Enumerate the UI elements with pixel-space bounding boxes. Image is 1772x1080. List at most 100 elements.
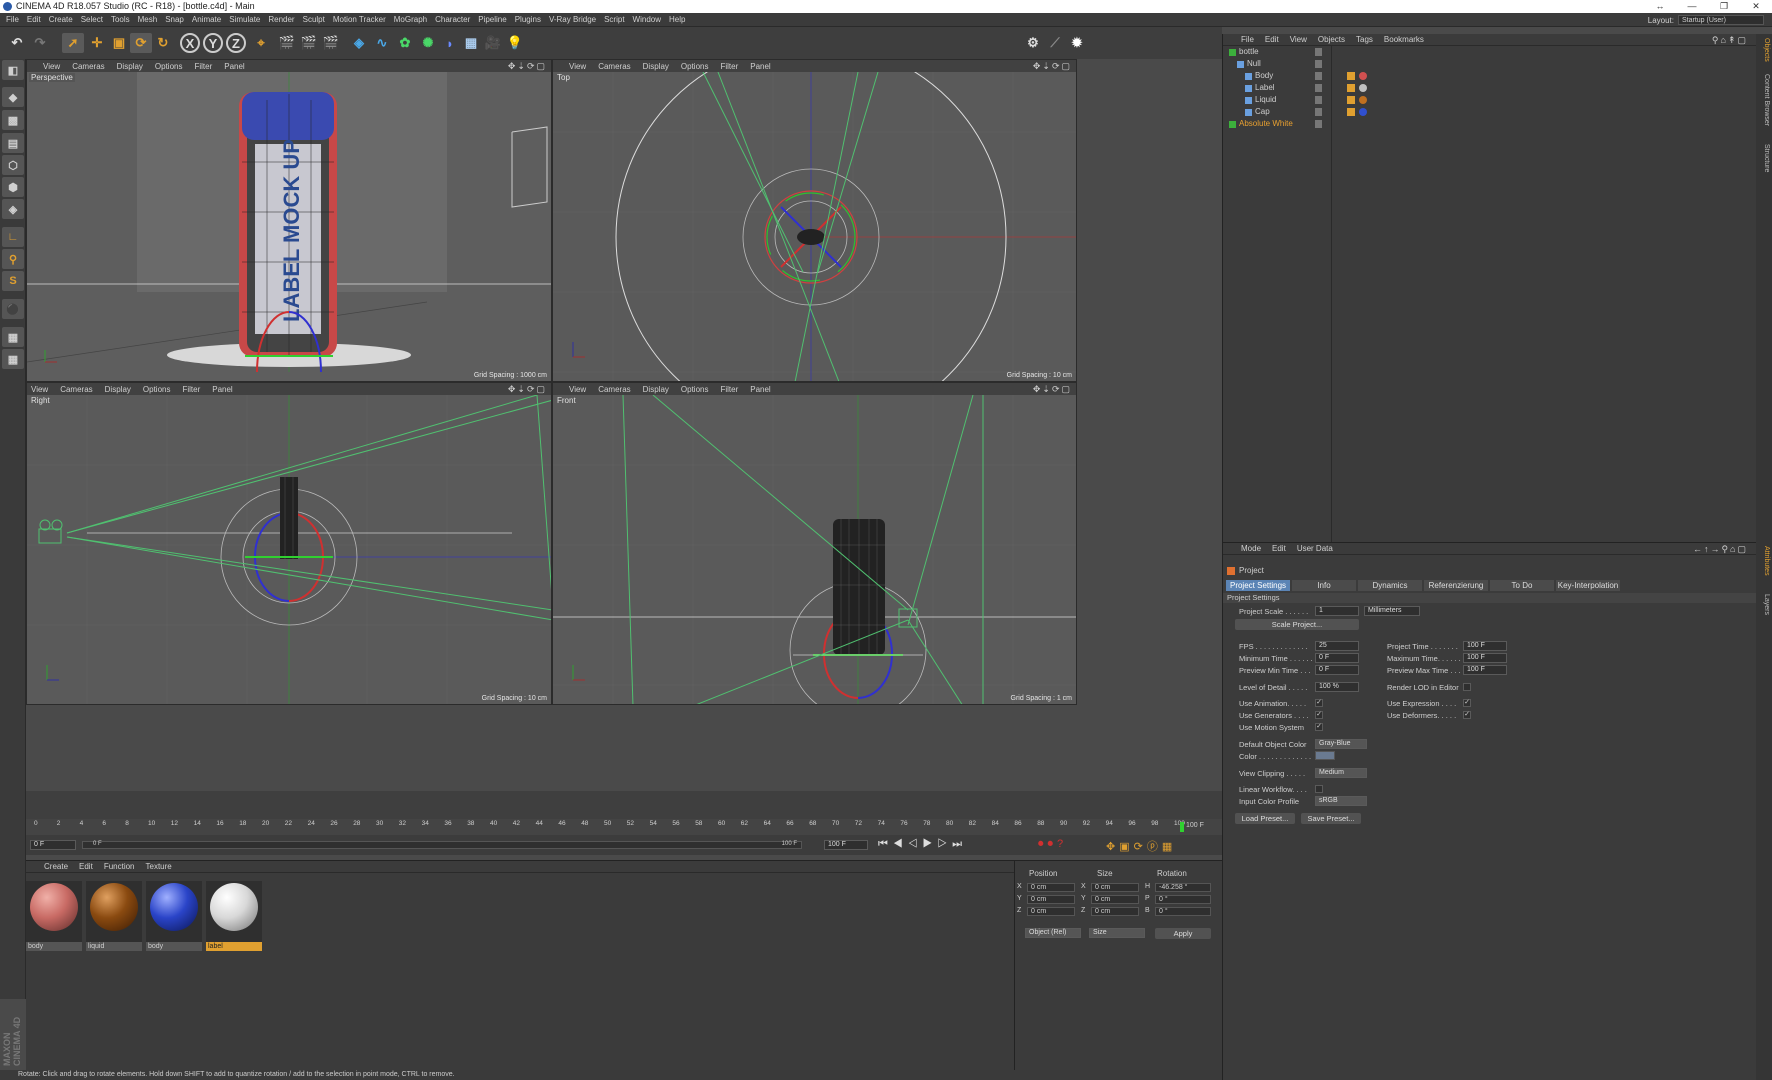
menu-sculpt[interactable]: Sculpt xyxy=(303,15,325,24)
vp-menu-view[interactable]: View xyxy=(569,385,586,394)
use-generators-checkbox[interactable]: ✓ xyxy=(1315,711,1323,719)
vp-menu-view[interactable]: View xyxy=(569,62,586,71)
floor-icon[interactable]: ▦ xyxy=(460,33,482,53)
vp-menu-cameras[interactable]: Cameras xyxy=(72,62,104,71)
material-slot-selected[interactable]: label xyxy=(206,881,262,951)
recent-tool-icon[interactable]: ↻ xyxy=(152,33,174,53)
texture-mode-icon[interactable]: ▩ xyxy=(2,110,24,130)
transport-icons[interactable]: ⏮◀◁▶▷⏭ xyxy=(878,838,967,851)
menu-plugins[interactable]: Plugins xyxy=(515,15,541,24)
menu-mesh[interactable]: Mesh xyxy=(138,15,158,24)
cube-icon[interactable]: ◈ xyxy=(348,33,370,53)
phong-tag-icon[interactable] xyxy=(1347,72,1355,80)
end-frame-field[interactable]: 100 F xyxy=(824,840,868,850)
z-axis-icon[interactable]: Z xyxy=(226,33,246,53)
keyframe-icons[interactable]: ✥▣⟳ⓟ▦ xyxy=(1106,838,1176,854)
vp-menu-view[interactable]: View xyxy=(43,62,60,71)
use-expression-checkbox[interactable]: ✓ xyxy=(1463,699,1471,707)
vp-menu-panel[interactable]: Panel xyxy=(750,385,770,394)
visibility-icon[interactable] xyxy=(1315,84,1322,92)
edges-mode-icon[interactable]: ⬢ xyxy=(2,177,24,197)
load-preset-button[interactable]: Load Preset... xyxy=(1235,813,1295,824)
object-row[interactable]: Body xyxy=(1223,70,1757,82)
vp-menu-cameras[interactable]: Cameras xyxy=(598,385,630,394)
mm-menu-function[interactable]: Function xyxy=(104,862,135,871)
fps-field[interactable]: 25 xyxy=(1315,641,1359,651)
apply-button[interactable]: Apply xyxy=(1155,928,1211,939)
coord-size[interactable]: 0 cm xyxy=(1091,895,1139,904)
object-row[interactable]: Null xyxy=(1223,58,1757,70)
visibility-icon[interactable] xyxy=(1315,60,1322,68)
menu-character[interactable]: Character xyxy=(435,15,470,24)
menu-vray-bridge[interactable]: V-Ray Bridge xyxy=(549,15,596,24)
lock-workplane-icon[interactable]: ⚫ xyxy=(2,299,24,319)
vp-menu-filter[interactable]: Filter xyxy=(720,62,738,71)
restore-icon[interactable]: ↔ xyxy=(1644,0,1676,13)
coord-rot[interactable]: 0 ° xyxy=(1155,907,1211,916)
scale-icon[interactable]: ▣ xyxy=(108,33,130,53)
am-nav-icons[interactable]: ←↑→⚲⌂▢ xyxy=(1693,544,1748,555)
menu-simulate[interactable]: Simulate xyxy=(229,15,260,24)
menu-motion-tracker[interactable]: Motion Tracker xyxy=(333,15,386,24)
maximize-icon[interactable]: ❐ xyxy=(1708,0,1740,13)
use-motion-checkbox[interactable]: ✓ xyxy=(1315,723,1323,731)
am-menu-mode[interactable]: Mode xyxy=(1241,544,1261,553)
tab-project-settings[interactable]: Project Settings xyxy=(1226,580,1290,591)
coord-pos[interactable]: 0 cm xyxy=(1027,907,1075,916)
coord-mode-dropdown[interactable]: Object (Rel) xyxy=(1025,928,1081,938)
frame-range-slider[interactable]: 0 F 100 F xyxy=(82,841,802,849)
menu-animate[interactable]: Animate xyxy=(192,15,221,24)
viewport-right[interactable]: View Cameras Display Options Filter Pane… xyxy=(26,382,552,705)
redo-icon[interactable]: ↷ xyxy=(29,33,51,53)
menu-render[interactable]: Render xyxy=(268,15,294,24)
om-menu-view[interactable]: View xyxy=(1290,35,1307,44)
viewport-nav-icons[interactable]: ✥⇣⟳▢ xyxy=(1033,384,1072,395)
phong-tag-icon[interactable] xyxy=(1347,84,1355,92)
color-swatch[interactable] xyxy=(1315,751,1335,760)
vray-gear-icon[interactable]: ✹ xyxy=(1066,33,1088,53)
viewport-nav-icons[interactable]: ✥⇣⟳▢ xyxy=(1033,61,1072,72)
menu-file[interactable]: File xyxy=(6,15,19,24)
move-icon[interactable]: ✛ xyxy=(86,33,108,53)
material-tag-icon[interactable] xyxy=(1359,96,1367,104)
use-deformers-checkbox[interactable]: ✓ xyxy=(1463,711,1471,719)
material-tag-icon[interactable] xyxy=(1359,84,1367,92)
points-mode-icon[interactable]: ⬡ xyxy=(2,155,24,175)
object-row[interactable]: Absolute White xyxy=(1223,118,1757,130)
tab-dynamics[interactable]: Dynamics xyxy=(1358,580,1422,591)
material-tag-icon[interactable] xyxy=(1359,108,1367,116)
workplane-icon[interactable]: ▤ xyxy=(2,133,24,153)
min-time-field[interactable]: 0 F xyxy=(1315,653,1359,663)
preview-min-field[interactable]: 0 F xyxy=(1315,665,1359,675)
render-picture-viewer-icon[interactable]: 🎬 xyxy=(298,33,320,53)
vp-menu-display[interactable]: Display xyxy=(643,62,669,71)
grid-icon[interactable]: ▦ xyxy=(2,327,24,347)
current-frame-field[interactable]: 0 F xyxy=(30,840,76,850)
live-selection-icon[interactable]: ➚ xyxy=(62,33,84,53)
axis-mode-icon[interactable]: ∟ xyxy=(2,227,24,247)
vray-render-icon[interactable]: ⚙ xyxy=(1022,33,1044,53)
x-axis-icon[interactable]: X xyxy=(180,33,200,53)
rotate-icon[interactable]: ⟳ xyxy=(130,33,152,53)
tab-referenzierung[interactable]: Referenzierung xyxy=(1424,580,1488,591)
coord-pos[interactable]: 0 cm xyxy=(1027,883,1075,892)
vp-menu-view[interactable]: View xyxy=(31,385,48,394)
camera-icon[interactable]: 🎥 xyxy=(482,33,504,53)
menu-mograph[interactable]: MoGraph xyxy=(394,15,427,24)
make-editable-icon[interactable]: ◧ xyxy=(2,60,24,80)
vp-menu-panel[interactable]: Panel xyxy=(750,62,770,71)
use-animation-checkbox[interactable]: ✓ xyxy=(1315,699,1323,707)
vp-menu-options[interactable]: Options xyxy=(143,385,171,394)
input-color-dropdown[interactable]: sRGB xyxy=(1315,796,1367,806)
vp-menu-display[interactable]: Display xyxy=(643,385,669,394)
model-mode-icon[interactable]: ◆ xyxy=(2,87,24,107)
om-menu-edit[interactable]: Edit xyxy=(1265,35,1279,44)
coord-size[interactable]: 0 cm xyxy=(1091,883,1139,892)
layout-dropdown[interactable]: Startup (User) xyxy=(1678,15,1764,25)
project-scale-field[interactable]: 1 xyxy=(1315,606,1359,616)
menu-select[interactable]: Select xyxy=(81,15,103,24)
tab-key-interpolation[interactable]: Key-Interpolation xyxy=(1556,580,1620,591)
vp-menu-cameras[interactable]: Cameras xyxy=(598,62,630,71)
playhead[interactable] xyxy=(1180,822,1184,832)
material-slot[interactable]: body xyxy=(146,881,202,951)
